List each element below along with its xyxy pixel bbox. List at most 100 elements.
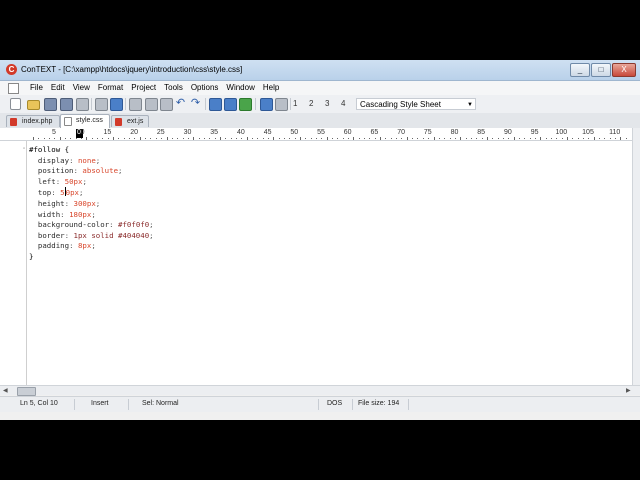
ruler-mark xyxy=(43,138,45,139)
save-icon[interactable] xyxy=(44,98,57,111)
menu-view[interactable]: View xyxy=(69,83,94,93)
ruler-mark xyxy=(364,138,366,139)
code-line[interactable]: left: 50px; xyxy=(29,177,154,188)
cut-icon[interactable] xyxy=(129,98,142,111)
ruler-mark xyxy=(38,138,40,139)
code-line[interactable]: background-color: #f0f0f0; xyxy=(29,220,154,231)
tab-label: index.php xyxy=(22,118,53,125)
user-exec-2-icon[interactable]: 2 xyxy=(309,98,323,109)
code-text[interactable]: #follow { display: none; position: absol… xyxy=(29,145,154,263)
maximize-button[interactable]: □ xyxy=(591,63,611,77)
close-file-icon[interactable] xyxy=(76,98,89,111)
code-line[interactable]: top: 50px; xyxy=(29,187,154,199)
code-line[interactable]: width: 180px; xyxy=(29,210,154,221)
scroll-right-icon[interactable]: ▶ xyxy=(626,387,631,394)
css-value: 8px xyxy=(77,241,92,251)
code-line[interactable]: border: 1px solid #404040; xyxy=(29,231,154,242)
ruler-mark xyxy=(118,138,120,139)
css-property: display xyxy=(37,155,70,165)
menu-project[interactable]: Project xyxy=(127,83,160,93)
css-property: width xyxy=(37,209,61,219)
ruler-mark xyxy=(262,138,264,139)
minimize-button[interactable]: _ xyxy=(570,63,590,77)
ruler-mark xyxy=(161,138,163,139)
print-icon[interactable] xyxy=(95,98,108,111)
ruler-mark xyxy=(454,138,456,139)
close-button[interactable]: X xyxy=(612,63,636,77)
semicolon: ; xyxy=(95,155,101,165)
ruler-mark xyxy=(449,138,451,139)
ruler-mark xyxy=(155,138,157,139)
ruler-mark xyxy=(70,138,72,139)
ruler-tick-label: 100 xyxy=(555,129,568,136)
save-all-icon[interactable] xyxy=(60,98,73,111)
copy-icon[interactable] xyxy=(145,98,158,111)
ruler-mark xyxy=(529,138,531,139)
scroll-left-icon[interactable]: ◀ xyxy=(3,387,8,394)
code-line[interactable]: height: 300px; xyxy=(29,199,154,210)
user-exec-1-icon[interactable]: 1 xyxy=(293,98,307,109)
ruler-mark xyxy=(326,137,328,140)
code-line[interactable]: display: none; xyxy=(29,156,154,167)
ruler-mark xyxy=(102,138,104,139)
paste-icon[interactable] xyxy=(160,98,173,111)
tools-icon[interactable] xyxy=(275,98,288,111)
syntax-select-value: Cascading Style Sheet xyxy=(360,100,441,109)
ruler-mark xyxy=(615,138,617,139)
new-file-icon[interactable] xyxy=(10,98,21,110)
fold-marker-icon[interactable]: ▫ xyxy=(23,146,25,152)
find-icon[interactable] xyxy=(209,98,222,111)
menu-help[interactable]: Help xyxy=(259,83,283,93)
tab-bar: index.php style.css ext.js xyxy=(0,113,640,128)
ruler-mark xyxy=(396,138,398,139)
code-line[interactable]: padding: 8px; xyxy=(29,241,154,252)
menu-format[interactable]: Format xyxy=(94,83,127,93)
css-value: none xyxy=(77,155,96,165)
tab-style-css[interactable]: style.css xyxy=(60,114,110,128)
ruler-tick-label: 50 xyxy=(290,129,299,136)
scrollbar-thumb[interactable] xyxy=(17,387,36,396)
ruler-mark xyxy=(129,138,131,139)
closing-brace: } xyxy=(29,251,34,261)
ruler-mark xyxy=(230,138,232,139)
syntax-highlighter-select[interactable]: Cascading Style Sheet ▼ xyxy=(356,98,476,110)
ruler-mark xyxy=(86,137,88,140)
menu-tools[interactable]: Tools xyxy=(160,83,187,93)
vertical-scrollbar[interactable] xyxy=(632,128,640,385)
ruler-mark xyxy=(433,137,435,140)
user-exec-3-icon[interactable]: 3 xyxy=(325,98,339,109)
menu-window[interactable]: Window xyxy=(222,83,258,93)
replace-icon[interactable] xyxy=(239,98,252,111)
open-folder-icon[interactable] xyxy=(27,100,40,110)
ruler-mark xyxy=(305,138,307,139)
semicolon: ; xyxy=(91,209,96,219)
code-line[interactable]: position: absolute; xyxy=(29,166,154,177)
toolbar-separator xyxy=(125,98,126,110)
undo-icon[interactable]: ↶ xyxy=(175,98,186,109)
title-bar: C ConTEXT - [C:\xampp\htdocs\jquery\intr… xyxy=(0,60,640,81)
css-value: 1px solid #404040 xyxy=(73,230,150,240)
ruler-mark xyxy=(513,137,515,140)
ruler-tick-label: 75 xyxy=(423,129,432,136)
tab-index-php[interactable]: index.php xyxy=(6,115,60,127)
menu-edit[interactable]: Edit xyxy=(47,83,69,93)
redo-icon[interactable]: ↷ xyxy=(190,98,201,109)
editor-gutter xyxy=(26,141,27,385)
code-line[interactable]: } xyxy=(29,252,154,263)
ruler-tick-label: 70 xyxy=(397,129,405,136)
ruler-mark xyxy=(438,138,440,139)
js-file-icon xyxy=(115,118,122,126)
print-preview-icon[interactable] xyxy=(110,98,123,111)
word-wrap-icon[interactable] xyxy=(260,98,273,111)
document-menu-icon[interactable] xyxy=(8,83,19,94)
menu-file[interactable]: File xyxy=(26,83,47,93)
ruler-mark xyxy=(561,138,563,139)
tab-ext-js[interactable]: ext.js xyxy=(111,115,149,127)
menu-options[interactable]: Options xyxy=(187,83,223,93)
code-line[interactable]: #follow { xyxy=(29,145,154,156)
find-next-icon[interactable] xyxy=(224,98,237,111)
code-editor[interactable]: ▫ #follow { display: none; position: abs… xyxy=(0,141,632,385)
horizontal-scrollbar[interactable]: ◀ ▶ xyxy=(0,385,640,396)
user-exec-4-icon[interactable]: 4 xyxy=(341,98,355,109)
